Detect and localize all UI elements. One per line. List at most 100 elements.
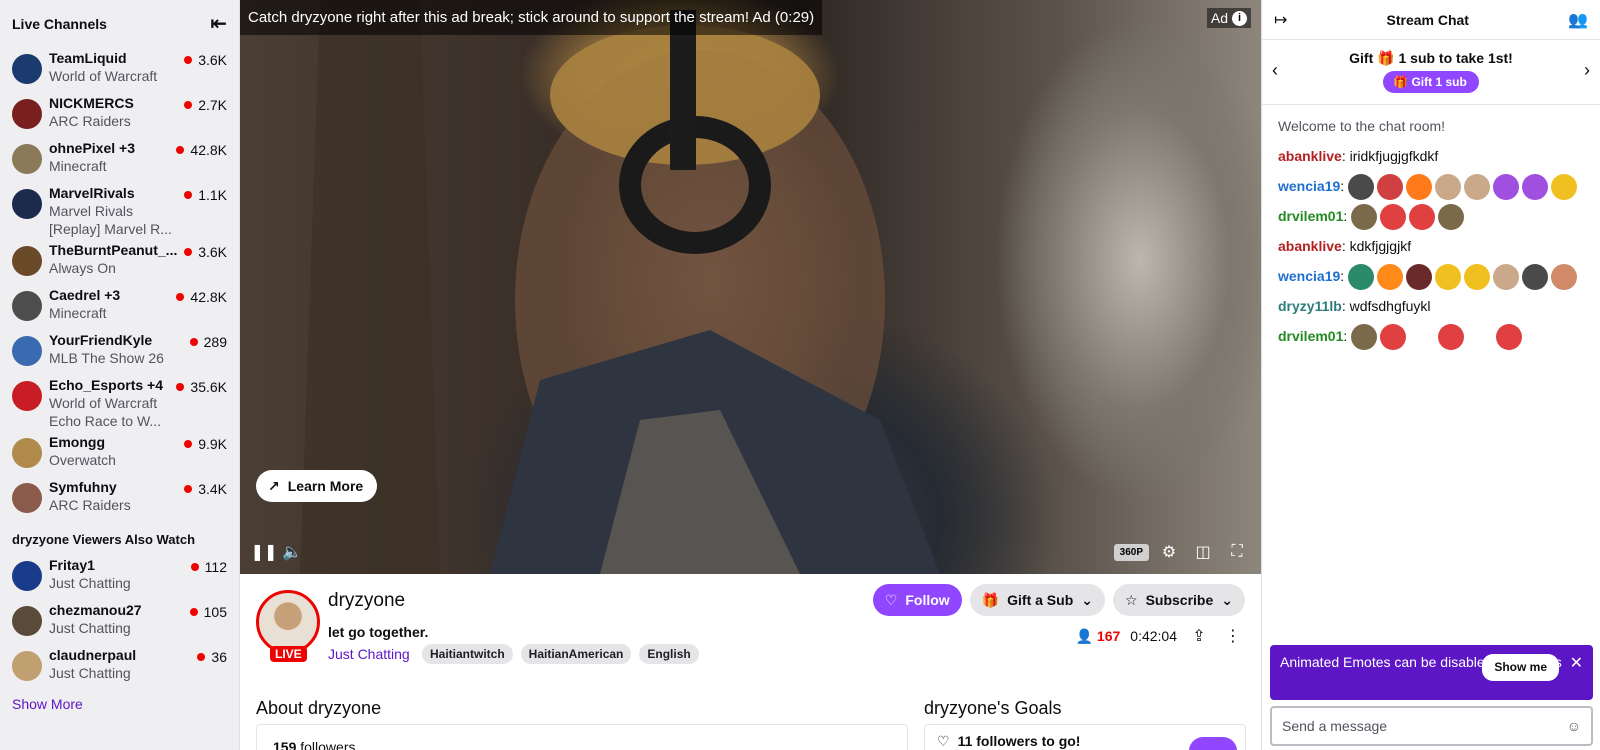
emote-icon[interactable] xyxy=(1348,174,1375,201)
chat-username[interactable]: drvilem01 xyxy=(1278,328,1343,344)
channel-item[interactable]: claudnerpaul Just Chatting 36 xyxy=(0,645,239,690)
more-options-icon[interactable]: ⋮ xyxy=(1221,626,1245,646)
emote-icon[interactable] xyxy=(1464,174,1491,201)
channel-item[interactable]: Emongg Overwatch 9.9K xyxy=(0,432,239,477)
tag-chip[interactable]: English xyxy=(639,644,699,664)
learn-more-button[interactable]: ↗ Learn More xyxy=(256,470,378,502)
theatre-mode-icon[interactable]: ◫ xyxy=(1189,538,1217,566)
chat-username[interactable]: abanklive xyxy=(1278,238,1342,254)
settings-gear-icon[interactable]: ⚙ xyxy=(1155,538,1183,566)
star-icon: ☆ xyxy=(1125,591,1138,608)
video-player[interactable]: Catch dryzyone right after this ad break… xyxy=(240,0,1261,574)
channel-item[interactable]: ohnePixel +3 Minecraft 42.8K xyxy=(0,138,239,183)
tag-chip[interactable]: Haitiantwitch xyxy=(422,644,513,664)
quality-badge[interactable]: 360P xyxy=(1113,543,1149,561)
emote-icon[interactable] xyxy=(1409,204,1436,231)
emote-icon[interactable] xyxy=(1522,264,1549,291)
chat-message: drvilem01: xyxy=(1278,321,1584,351)
emote-icon[interactable] xyxy=(1351,204,1378,231)
channel-item[interactable]: MarvelRivals Marvel Rivals [Replay] Marvel… xyxy=(0,183,239,240)
channel-item[interactable]: Echo_Esports +4 World of Warcraft Echo Rac… xyxy=(0,375,239,432)
viewer-count: 3.4K xyxy=(184,481,227,497)
chat-username[interactable]: wencia19 xyxy=(1278,178,1340,194)
emote-icon[interactable] xyxy=(1522,174,1549,201)
channel-item[interactable]: Caedrel +3 Minecraft 42.8K xyxy=(0,285,239,330)
info-icon[interactable]: i xyxy=(1232,10,1247,26)
emote-icon[interactable] xyxy=(1380,324,1407,351)
chat-username[interactable]: wencia19 xyxy=(1278,268,1340,284)
channel-item[interactable]: TheBurntPeanut_... Always On 3.6K xyxy=(0,240,239,285)
emote-icon[interactable] xyxy=(1380,204,1407,231)
goal-card: ♡ 11 followers to go! xyxy=(924,724,1246,750)
gift-icon: 🎁 xyxy=(981,591,1000,608)
show-me-button[interactable]: Show me xyxy=(1482,654,1559,681)
community-icon[interactable]: 👥 xyxy=(1568,10,1588,30)
channel-item[interactable]: NICKMERCS ARC Raiders 2.7K xyxy=(0,93,239,138)
category-link[interactable]: Just Chatting xyxy=(328,646,410,662)
emote-icon[interactable] xyxy=(1464,264,1491,291)
emote-icon[interactable] xyxy=(1496,324,1523,351)
subscribe-button[interactable]: ☆ Subscribe ⌄ xyxy=(1113,584,1245,616)
live-dot-icon xyxy=(184,248,193,256)
emote-icon[interactable] xyxy=(1409,324,1436,351)
emote-icon[interactable] xyxy=(1493,174,1520,201)
gift-one-sub-button[interactable]: 🎁 Gift 1 sub xyxy=(1383,71,1479,93)
collapse-chat-icon[interactable]: ↦ xyxy=(1274,10,1287,30)
viewer-count-value: 3.6K xyxy=(198,52,227,68)
viewer-count-value: 112 xyxy=(204,559,227,575)
channel-avatar xyxy=(12,189,42,219)
viewer-count-value: 42.8K xyxy=(190,142,227,158)
emote-icon[interactable] xyxy=(1351,324,1378,351)
channel-name: TeamLiquid xyxy=(49,50,127,66)
emote-icon[interactable] xyxy=(1348,264,1375,291)
channel-game: ARC Raiders xyxy=(49,497,131,513)
channel-item[interactable]: YourFriendKyle MLB The Show 26 289 xyxy=(0,330,239,375)
show-more-link[interactable]: Show More xyxy=(0,690,239,718)
chat-username[interactable]: abanklive xyxy=(1278,148,1342,164)
goal-follow-button[interactable] xyxy=(1189,737,1237,750)
channel-game: ARC Raiders xyxy=(49,113,131,129)
gift-sub-button[interactable]: 🎁 Gift a Sub ⌄ xyxy=(969,584,1105,616)
animated-emotes-notice: Animated Emotes can be disabled in Setti… xyxy=(1270,645,1593,700)
emote-icon[interactable] xyxy=(1435,174,1462,201)
fullscreen-icon[interactable]: ⛶ xyxy=(1223,538,1251,566)
channel-item[interactable]: Symfuhny ARC Raiders 3.4K xyxy=(0,477,239,522)
emote-icon[interactable] xyxy=(1493,264,1520,291)
channel-name[interactable]: dryzyone xyxy=(328,590,405,612)
channel-item[interactable]: Fritay1 Just Chatting 112 xyxy=(0,555,239,600)
emote-icon[interactable] xyxy=(1551,174,1578,201)
channel-name: MarvelRivals xyxy=(49,185,135,201)
emote-icon[interactable] xyxy=(1435,264,1462,291)
stream-chat: ↦ Stream Chat 👥 ‹ › Gift 🎁 1 sub to take… xyxy=(1261,0,1600,750)
channel-avatar xyxy=(12,144,42,174)
channel-avatar[interactable] xyxy=(256,590,320,654)
collapse-sidebar-icon[interactable]: ⇤ xyxy=(210,14,227,34)
chat-username[interactable]: dryzy11lb xyxy=(1278,298,1342,314)
share-icon[interactable]: ⇪ xyxy=(1187,626,1211,646)
chevron-right-icon[interactable]: › xyxy=(1584,60,1590,81)
emote-icon[interactable] xyxy=(1551,264,1578,291)
emote-picker-icon[interactable]: ☺ xyxy=(1567,718,1581,734)
chat-input[interactable]: Send a message ☺ xyxy=(1270,706,1593,746)
follow-button[interactable]: ♡ Follow xyxy=(872,584,962,616)
channel-avatar xyxy=(12,561,42,591)
chat-text: kdkfjgjgjkf xyxy=(1349,238,1412,254)
emote-icon[interactable] xyxy=(1467,324,1494,351)
gift-line-suffix: sub to take 1st! xyxy=(1410,50,1513,66)
emote-icon[interactable] xyxy=(1438,204,1465,231)
volume-icon[interactable]: 🔈 xyxy=(278,538,306,566)
emote-icon[interactable] xyxy=(1406,174,1433,201)
close-icon[interactable]: ✕ xyxy=(1570,654,1583,673)
channel-game: Minecraft xyxy=(49,158,107,174)
emote-icon[interactable] xyxy=(1377,174,1404,201)
emote-icon[interactable] xyxy=(1377,264,1404,291)
pause-icon[interactable]: ❚❚ xyxy=(250,538,278,566)
chat-username[interactable]: drvilem01 xyxy=(1278,208,1343,224)
emote-icon[interactable] xyxy=(1438,324,1465,351)
emote-icon[interactable] xyxy=(1406,264,1433,291)
tag-chip[interactable]: HaitianAmerican xyxy=(520,644,632,664)
channel-item[interactable]: TeamLiquid World of Warcraft 3.6K xyxy=(0,48,239,93)
chevron-left-icon[interactable]: ‹ xyxy=(1272,60,1278,81)
channel-item[interactable]: chezmanou27 Just Chatting 105 xyxy=(0,600,239,645)
ad-badge[interactable]: Ad i xyxy=(1206,8,1251,28)
